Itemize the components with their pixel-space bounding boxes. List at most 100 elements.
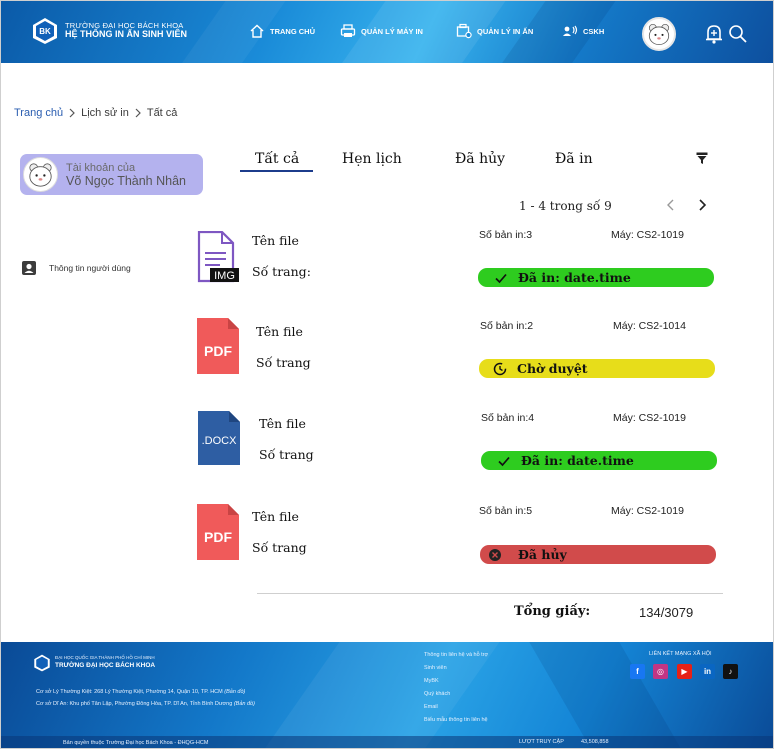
map-link[interactable]: (Bản đồ)	[234, 701, 255, 707]
nav-home-label: TRANG CHỦ	[270, 26, 315, 36]
avatar-bear-icon	[29, 163, 52, 187]
image-file-icon: IMG	[197, 231, 239, 283]
footer-university: TRƯỜNG ĐẠI HỌC BÁCH KHOA	[55, 662, 156, 669]
nav-printer-label: QUẢN LÝ MÁY IN	[361, 26, 423, 36]
copies-count: Số bản in:4	[481, 412, 535, 424]
status-text: Đã hủy	[518, 547, 567, 562]
footer-address-2: Cơ sở Dĩ An: Khu phố Tân Lập, Phường Đôn…	[36, 701, 255, 707]
pagination-info: 1 - 4 trong số 9	[519, 199, 612, 213]
home-icon	[250, 24, 264, 38]
tiktok-icon[interactable]: ♪	[723, 664, 738, 679]
sidebar-item-user-info[interactable]: Thông tin người dùng	[21, 260, 131, 276]
check-icon	[495, 273, 507, 283]
visits-count: 43,508,858	[581, 739, 609, 745]
footer-university-small: ĐẠI HỌC QUỐC GIA THÀNH PHỐ HỒ CHÍ MINH	[55, 655, 155, 660]
tab-scheduled[interactable]: Hẹn lịch	[342, 151, 402, 167]
youtube-icon[interactable]: ▶	[677, 664, 692, 679]
prev-page-icon[interactable]	[664, 197, 678, 213]
active-tab-indicator	[240, 170, 313, 172]
printer-id: Máy: CS2-1019	[613, 412, 686, 424]
header-avatar[interactable]	[642, 17, 676, 51]
account-avatar	[23, 157, 58, 192]
page-count: Số trang	[259, 447, 314, 462]
chevron-right-icon	[69, 108, 75, 118]
printer-id: Máy: CS2-1019	[611, 229, 684, 241]
footer-address-1: Cơ sở Lý Thường Kiệt: 268 Lý Thường Kiệt…	[36, 689, 246, 695]
tab-all[interactable]: Tất cả	[255, 151, 299, 167]
page-count: Số trang:	[252, 264, 311, 279]
linkedin-icon[interactable]: in	[700, 664, 715, 679]
copies-count: Số bản in:2	[480, 320, 534, 332]
nav-print-label: QUẢN LÝ IN ẤN	[477, 26, 534, 36]
footer-logo	[34, 654, 50, 672]
pdf-file-icon: PDF	[197, 318, 239, 374]
footer-link-guests[interactable]: Quý khách	[424, 691, 450, 697]
copyright: Bản quyền thuộc Trường Đại học Bách Khoa…	[63, 740, 209, 746]
footer-link-contact[interactable]: Thông tin liên hệ và hỗ trợ	[424, 652, 488, 658]
brand[interactable]: BK TRƯỜNG ĐẠI HỌC BÁCH KHOA HỆ THỐNG IN …	[31, 17, 187, 45]
facebook-icon[interactable]: f	[630, 664, 645, 679]
docx-file-icon: .DOCX	[198, 411, 240, 465]
nav-home[interactable]: TRANG CHỦ	[249, 23, 315, 39]
next-page-icon[interactable]	[695, 197, 709, 213]
nav-print-management[interactable]: QUẢN LÝ IN ẤN	[456, 23, 533, 39]
divider	[257, 593, 723, 594]
breadcrumb-home[interactable]: Trang chủ	[14, 107, 63, 119]
nav-support[interactable]: CSKH	[562, 23, 604, 39]
file-name: Tên file	[252, 233, 299, 248]
page-count: Số trang	[252, 540, 307, 555]
file-name: Tên file	[252, 509, 299, 524]
instagram-icon[interactable]: ◎	[653, 664, 668, 679]
account-caption: Tài khoản của	[66, 161, 136, 174]
status-text: Đã in: date.time	[521, 453, 634, 468]
nav-printer-management[interactable]: QUẢN LÝ MÁY IN	[340, 23, 423, 39]
user-card-icon	[22, 261, 36, 275]
university-logo: BK	[33, 18, 57, 44]
map-link[interactable]: (Bản đồ)	[224, 689, 245, 695]
sidebar-item-label: Thông tin người dùng	[49, 263, 131, 273]
logo-text: BK	[39, 27, 51, 36]
social-title: LIÊN KẾT MẠNG XÃ HỘI	[649, 651, 712, 657]
file-name: Tên file	[256, 324, 303, 339]
print-history-page: BK TRƯỜNG ĐẠI HỌC BÁCH KHOA HỆ THỐNG IN …	[0, 0, 774, 749]
search-icon[interactable]	[728, 23, 748, 45]
printer-icon	[340, 24, 356, 37]
pdf-file-icon: PDF	[197, 504, 239, 560]
cancel-icon	[489, 548, 501, 561]
status-badge: Đã hủy	[480, 545, 716, 564]
footer-link-email[interactable]: Email	[424, 704, 438, 710]
print-settings-icon	[456, 23, 472, 39]
file-badge: PDF	[204, 529, 232, 545]
visits-label: LƯỢT TRUY CẬP	[519, 739, 564, 745]
chevron-right-icon	[135, 108, 141, 118]
nav-support-label: CSKH	[583, 26, 605, 36]
filter-icon[interactable]	[696, 152, 708, 165]
check-icon	[498, 456, 510, 466]
total-paper-value: 134/3079	[639, 605, 694, 620]
status-badge: Đã in: date.time	[478, 268, 714, 287]
copies-count: Số bản in:3	[479, 229, 533, 241]
brand-system: HỆ THỐNG IN ẤN SINH VIÊN	[65, 29, 188, 40]
copies-count: Số bản in:5	[479, 505, 533, 517]
status-text: Chờ duyệt	[517, 361, 588, 376]
top-header: BK TRƯỜNG ĐẠI HỌC BÁCH KHOA HỆ THỐNG IN …	[1, 1, 773, 63]
printer-id: Máy: CS2-1014	[613, 320, 686, 332]
footer-link-students[interactable]: Sinh viên	[424, 665, 447, 671]
file-badge: IMG	[214, 270, 235, 282]
clock-icon	[493, 362, 507, 375]
footer-link-mybk[interactable]: MyBK	[424, 678, 439, 684]
bell-icon[interactable]	[704, 23, 724, 45]
total-paper-label: Tổng giấy:	[514, 604, 591, 619]
printer-id: Máy: CS2-1019	[611, 505, 684, 517]
status-badge: Chờ duyệt	[479, 359, 715, 378]
account-card[interactable]: Tài khoản của Võ Ngọc Thành Nhân	[20, 154, 203, 195]
breadcrumb-history[interactable]: Lịch sử in	[81, 107, 129, 119]
page-count: Số trang	[256, 355, 311, 370]
tab-printed[interactable]: Đã in	[555, 151, 593, 167]
breadcrumb-all: Tất cả	[146, 107, 178, 119]
avatar-bear-icon	[648, 23, 670, 45]
status-text: Đã in: date.time	[518, 270, 631, 285]
tab-cancelled[interactable]: Đã hủy	[455, 151, 505, 167]
status-badge: Đã in: date.time	[481, 451, 717, 470]
footer-link-forms[interactable]: Biểu mẫu thông tin liên hệ	[424, 717, 488, 723]
